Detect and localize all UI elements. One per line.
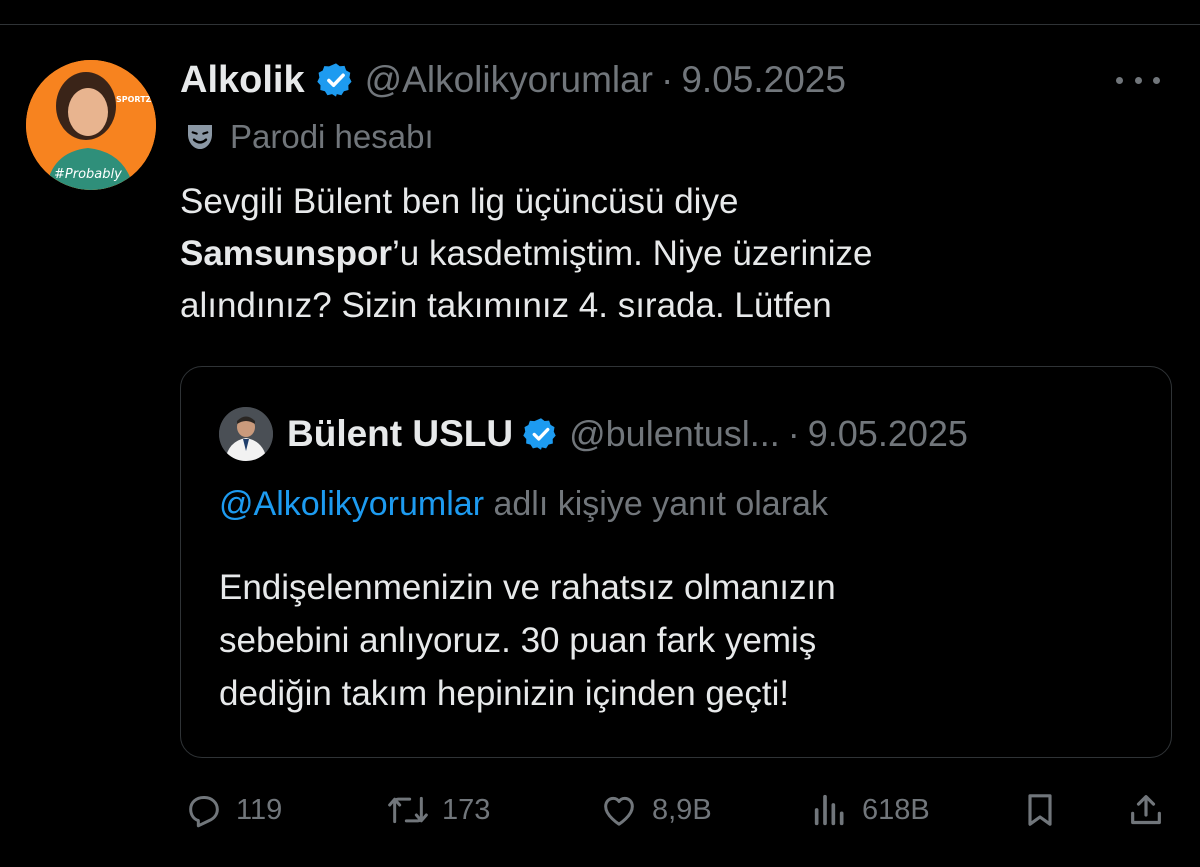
tweet-text: Sevgili Bülent ben lig üçüncüsü diye Sam… [180, 176, 1140, 332]
like-count: 8,9B [652, 793, 712, 826]
quoted-text-line: sebebini anlıyoruz. 30 puan fark yemiş [219, 621, 817, 660]
like-icon [604, 796, 634, 826]
tweet-text-line: Sevgili Bülent ben lig üçüncüsü diye [180, 182, 739, 221]
quoted-date[interactable]: 9.05.2025 [808, 413, 968, 455]
avatar-badge: SPORTZ [116, 95, 152, 104]
share-icon [1131, 795, 1161, 825]
tweet-text-line: Samsunspor’u kasdetmiştim. Niye üzeriniz… [180, 228, 1140, 280]
repost-button[interactable]: 173 [386, 784, 490, 836]
author-avatar[interactable]: #Probably SPORTZ [26, 60, 156, 190]
reply-mention-link[interactable]: @Alkolikyorumlar [219, 485, 484, 523]
reply-count: 119 [236, 793, 283, 826]
parody-label: Parodi hesabı [230, 118, 434, 155]
parody-row: Parodi hesabı [184, 118, 434, 156]
separator-dot: · [661, 59, 674, 100]
quoted-author-name[interactable]: Bülent USLU [287, 413, 513, 455]
view-count: 618B [862, 793, 930, 826]
quoted-text: Endişelenmenizin ve rahatsız olmanızın s… [219, 561, 1139, 720]
views-icon [814, 794, 844, 826]
quoted-tweet[interactable]: Bülent USLU @bulentusl... · 9.05.2025 @A… [180, 366, 1172, 758]
reply-context: @Alkolikyorumlar adlı kişiye yanıt olara… [219, 485, 828, 524]
separator-dot: · [787, 413, 800, 454]
tweet-text-rest: ’u kasdetmiştim. Niye üzerinize [392, 234, 873, 273]
parody-mask-icon [188, 125, 212, 149]
share-button[interactable] [1126, 784, 1166, 836]
quoted-text-line: Endişelenmenizin ve rahatsız olmanızın [219, 568, 836, 607]
repost-icon [388, 796, 428, 824]
quoted-text-line: dediğin takım hepinizin içinden geçti! [219, 674, 790, 713]
reply-icon [189, 796, 219, 828]
tweet-header: Alkolik @Alkolikyorumlar · 9.05.2025 [180, 56, 1160, 104]
reply-suffix: adlı kişiye yanıt olarak [484, 485, 828, 523]
views-button[interactable]: 618B [810, 784, 930, 836]
author-name[interactable]: Alkolik [180, 59, 305, 102]
tweet-text-line: alındınız? Sizin takımınız 4. sırada. Lü… [180, 286, 832, 325]
top-divider [0, 24, 1200, 25]
tweet-date[interactable]: 9.05.2025 [681, 59, 846, 101]
bookmark-icon [1028, 794, 1052, 826]
like-button[interactable]: 8,9B [598, 784, 712, 836]
avatar-text: #Probably [54, 167, 122, 182]
bookmark-button[interactable] [1020, 784, 1060, 836]
quoted-header: Bülent USLU @bulentusl... · 9.05.2025 [287, 409, 968, 459]
more-icon[interactable] [1116, 62, 1160, 98]
verified-badge-icon [316, 63, 352, 97]
quoted-author-handle[interactable]: @bulentusl... [569, 413, 780, 455]
tweet-text-bold: Samsunspor [180, 234, 392, 273]
author-handle[interactable]: @Alkolikyorumlar [365, 59, 653, 101]
quoted-author-avatar[interactable] [219, 407, 273, 461]
repost-count: 173 [442, 793, 491, 826]
reply-button[interactable]: 119 [184, 784, 282, 836]
action-bar: 119 173 8,9B 618B [184, 784, 1174, 836]
verified-badge-icon [523, 418, 556, 450]
